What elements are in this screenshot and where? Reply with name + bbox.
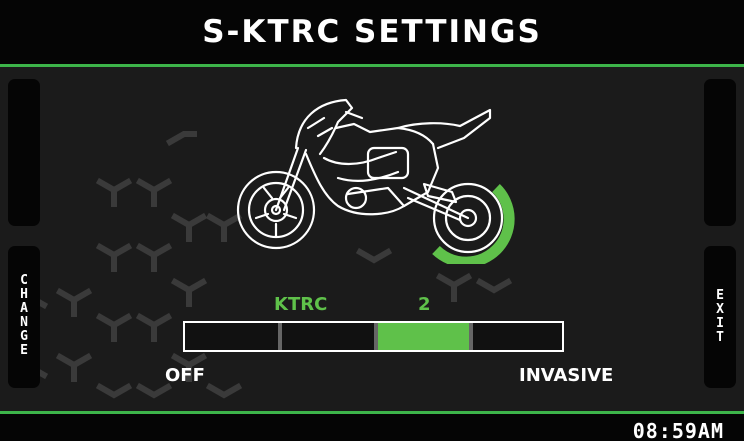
ktrc-level-segment-2 bbox=[282, 323, 374, 350]
ktrc-level-segment-3 bbox=[378, 323, 469, 350]
ktrc-level-bar[interactable] bbox=[183, 321, 564, 352]
footer-bar: 08:59AM bbox=[0, 411, 744, 441]
ktrc-level-segment-1 bbox=[185, 323, 278, 350]
exit-button[interactable]: E X I T bbox=[704, 246, 736, 388]
ktrc-label: KTRC bbox=[274, 294, 328, 315]
ktrc-max-label: INVASIVE bbox=[519, 365, 614, 386]
change-button-label: C H A N G E bbox=[20, 273, 28, 358]
page-title: S-KTRC SETTINGS bbox=[202, 14, 542, 50]
clock: 08:59AM bbox=[632, 419, 724, 441]
header-bar: S-KTRC SETTINGS bbox=[0, 0, 744, 67]
ktrc-value: 2 bbox=[418, 294, 431, 315]
screen: S-KTRC SETTINGS C H A N G E E X I T KTRC… bbox=[0, 0, 744, 441]
left-top-tab[interactable] bbox=[8, 79, 40, 226]
change-button[interactable]: C H A N G E bbox=[8, 246, 40, 388]
motorcycle-outline-icon bbox=[236, 98, 515, 264]
ktrc-level-segment-4 bbox=[473, 323, 562, 350]
ktrc-min-label: OFF bbox=[165, 365, 205, 386]
exit-button-label: E X I T bbox=[716, 288, 724, 345]
right-top-tab[interactable] bbox=[704, 79, 736, 226]
